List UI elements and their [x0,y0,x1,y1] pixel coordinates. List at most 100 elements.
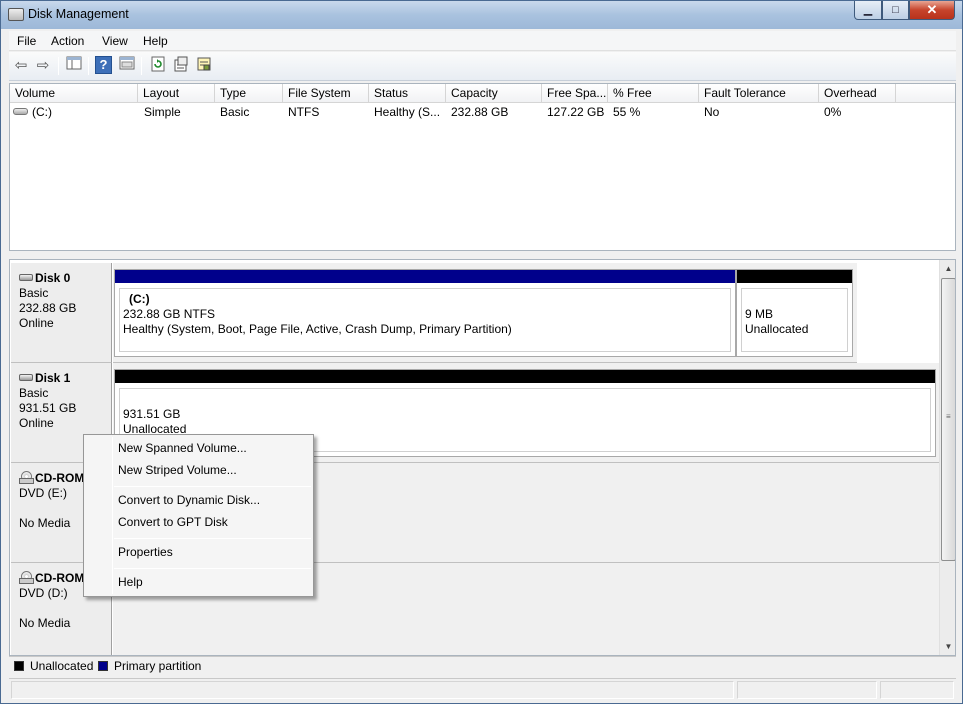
close-button[interactable]: ✕ [909,1,955,20]
show-pane-icon[interactable] [117,56,137,76]
column-header-layout[interactable]: Layout [138,84,215,103]
partition-c-color-bar [115,270,735,283]
menu-item-help[interactable]: Help [118,575,143,589]
pane-splitter[interactable] [9,251,956,259]
console-tree-icon[interactable] [64,56,84,76]
back-icon[interactable]: ⇦ [11,56,31,76]
hard-disk-icon [19,374,33,381]
column-header-capacity[interactable]: Capacity [446,84,542,103]
disk-0-unallocated-size: 9 MB [745,307,774,321]
menu-action[interactable]: Action [51,34,84,48]
properties-icon[interactable] [171,56,191,76]
column-header-overhead[interactable]: Overhead [819,84,896,103]
disk-0-unallocated-body: 9 MB Unallocated [741,288,848,352]
status-cell: Healthy (S... [374,105,441,119]
legend-unallocated: Unallocated [30,659,94,673]
menu-file[interactable]: File [17,34,36,48]
scrollbar-grip-icon: ≡ [946,412,951,421]
drive-icon [13,108,28,115]
unallocated-color-bar [115,370,935,383]
disk-0-name: Disk 0 [35,271,71,285]
vertical-scrollbar[interactable]: ▲ ≡ ▼ [939,260,955,655]
layout-cell: Simple [144,105,181,119]
cd-drive-icon [19,571,34,584]
column-header-fault-tolerance[interactable]: Fault Tolerance [699,84,819,103]
disk-1-name: Disk 1 [35,371,71,385]
column-header-volume[interactable]: Volume [10,84,138,103]
volume-cell: (C:) [13,105,52,119]
toolbar-separator [58,57,59,75]
minimize-button[interactable]: ▁ [854,1,882,20]
status-bar-panel [880,681,954,699]
menu-item-convert-to-dynamic-disk[interactable]: Convert to Dynamic Disk... [118,493,260,507]
menu-separator [114,486,311,487]
column-header-file-system[interactable]: File System [283,84,369,103]
toolbar-separator [141,57,142,75]
status-bar-panel [737,681,877,699]
capacity-cell: 232.88 GB [451,105,509,119]
forward-icon[interactable]: ⇨ [33,56,53,76]
scroll-down-arrow-icon[interactable]: ▼ [940,638,955,655]
window-title: Disk Management [28,7,129,21]
toolbar-separator [88,57,89,75]
disk-0-size: 232.88 GB [19,301,77,315]
column-header-percent-free[interactable]: % Free [608,84,699,103]
column-header-empty [896,84,955,103]
status-bar [9,678,956,700]
toolbar: ⇦ ⇨ ? [9,52,956,81]
refresh-icon[interactable] [148,56,168,76]
maximize-button[interactable]: □ [882,1,909,20]
disk-1-type: Basic [19,386,49,400]
cd-drive-icon [19,471,34,484]
export-icon[interactable] [194,56,214,76]
disk-0-unallocated-label: Unallocated [745,322,809,336]
fault-tolerance-cell: No [704,105,720,119]
primary-partition-swatch [98,661,108,671]
volume-name: (C:) [32,105,52,119]
disk-1-state: Online [19,416,54,430]
context-menu-gutter [112,437,113,594]
disk-0-label[interactable]: Disk 0 Basic 232.88 GB Online [11,263,112,363]
help-icon[interactable]: ? [95,56,112,74]
disk-management-app-icon [8,8,24,21]
menu-separator [114,538,311,539]
disk-context-menu: New Spanned Volume... New Striped Volume… [83,434,314,597]
hard-disk-icon [19,274,33,281]
unallocated-swatch [14,661,24,671]
column-header-status[interactable]: Status [369,84,446,103]
file-system-cell: NTFS [288,105,320,119]
cdrom-1-state: No Media [19,616,71,630]
menu-view[interactable]: View [102,34,128,48]
menu-item-new-spanned-volume[interactable]: New Spanned Volume... [118,441,247,455]
status-bar-panel [11,681,734,699]
overhead-cell: 0% [824,105,842,119]
partition-c[interactable]: (C:) 232.88 GB NTFS Healthy (System, Boo… [114,269,736,357]
unallocated-color-bar [737,270,852,283]
percent-free-cell: 55 % [613,105,641,119]
legend: Unallocated Primary partition [9,656,956,676]
scrollbar-thumb[interactable]: ≡ [941,278,955,561]
partition-c-status: Healthy (System, Boot, Page File, Active… [123,322,512,336]
volume-list[interactable]: Volume Layout Type File System Status Ca… [9,83,956,251]
menu-item-convert-to-gpt-disk[interactable]: Convert to GPT Disk [118,515,228,529]
partition-c-body: (C:) 232.88 GB NTFS Healthy (System, Boo… [119,288,731,352]
legend-primary-partition: Primary partition [114,659,202,673]
disk-1-size: 931.51 GB [19,401,77,415]
menu-item-new-striped-volume[interactable]: New Striped Volume... [118,463,237,477]
type-cell: Basic [220,105,250,119]
title-bar[interactable]: Disk Management ▁ □ ✕ [1,1,962,29]
disk-0-type: Basic [19,286,49,300]
menu-bar: File Action View Help [9,31,956,51]
scroll-up-arrow-icon[interactable]: ▲ [940,260,955,277]
menu-item-properties[interactable]: Properties [118,545,173,559]
disk-management-window: Disk Management ▁ □ ✕ File Action View H… [0,0,963,704]
column-header-free-space[interactable]: Free Spa... [542,84,608,103]
free-space-cell: 127.22 GB [547,105,605,119]
column-header-type[interactable]: Type [215,84,283,103]
disk-0-state: Online [19,316,54,330]
partition-c-size: 232.88 GB NTFS [123,307,216,321]
menu-help[interactable]: Help [143,34,168,48]
menu-separator [114,568,311,569]
disk-1-unallocated-size: 931.51 GB [123,407,181,421]
disk-0-unallocated-partition[interactable]: 9 MB Unallocated [736,269,853,357]
